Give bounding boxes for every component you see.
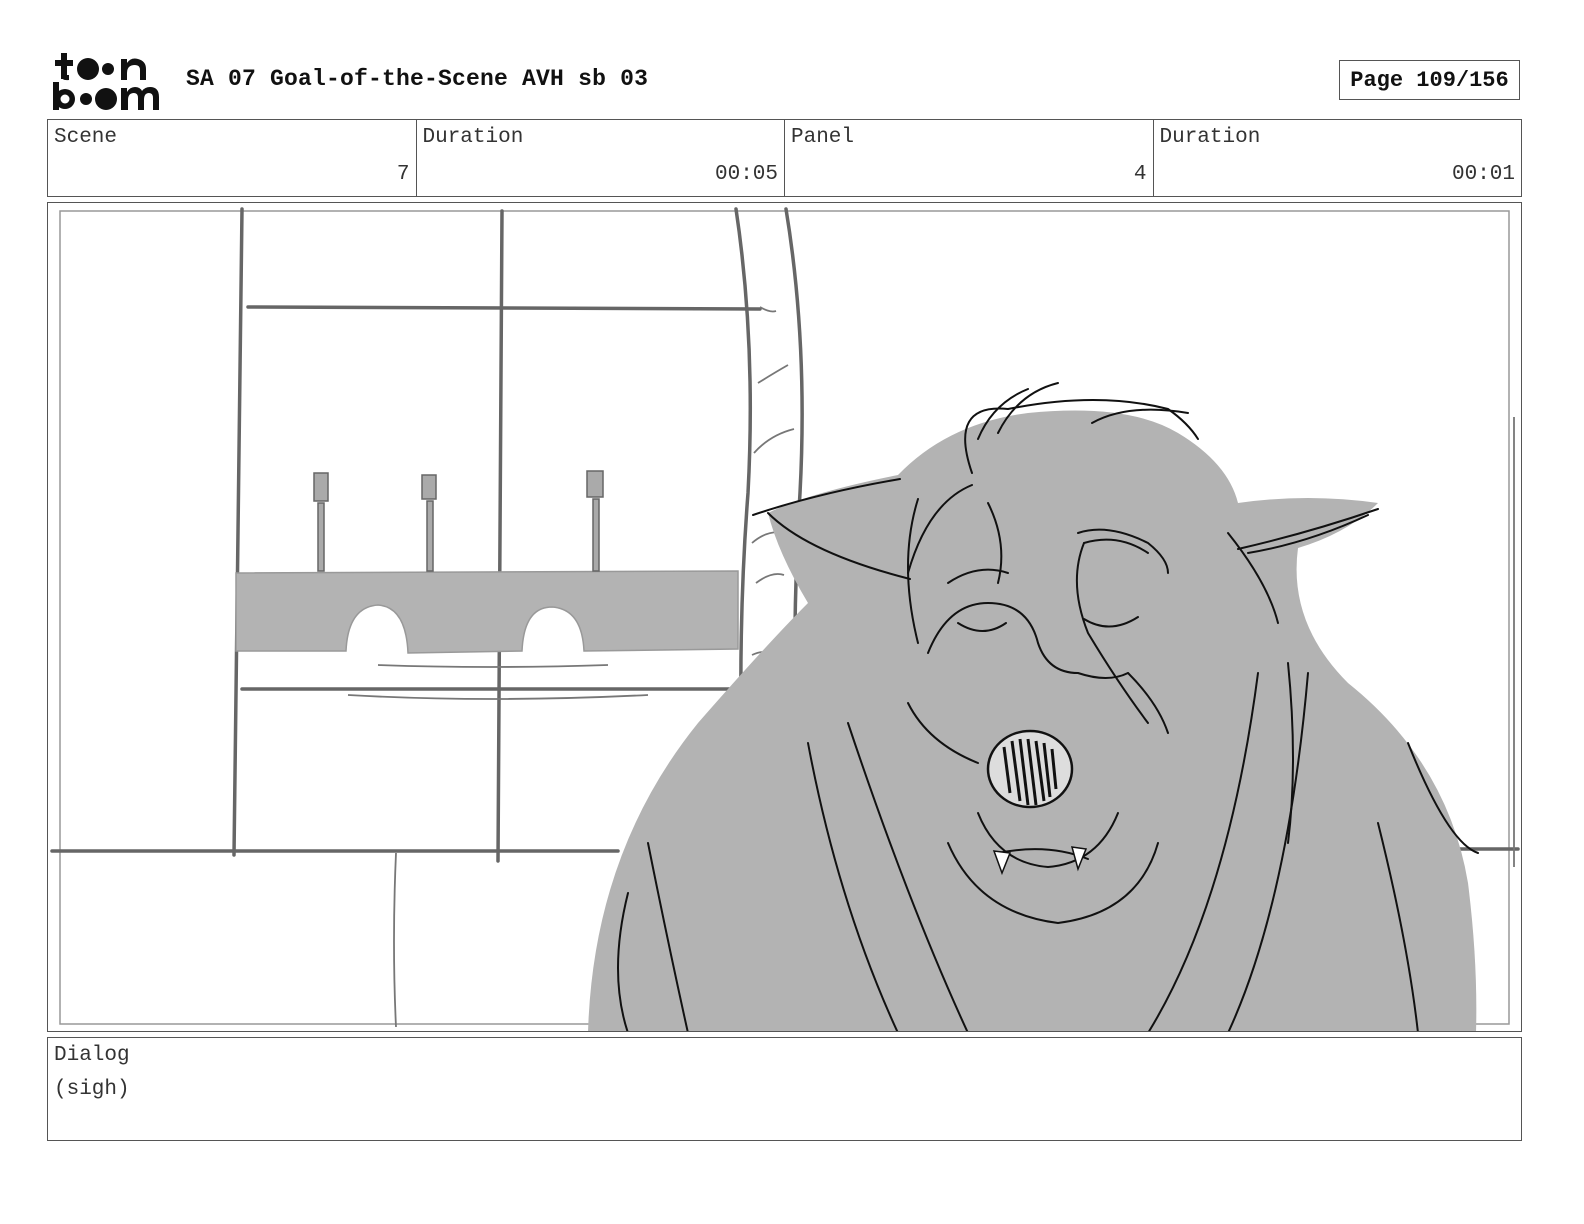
scene-info-row: Scene 7 Duration 00:05 Panel 4 Duration … — [47, 119, 1522, 197]
storyboard-panel — [47, 202, 1522, 1032]
dialog-box: Dialog (sigh) — [47, 1037, 1522, 1141]
panel-label: Panel — [791, 126, 855, 149]
panel-duration-value: 00:01 — [1451, 163, 1515, 186]
scene-duration-cell: Duration 00:05 — [417, 120, 785, 196]
panel-duration-label: Duration — [1159, 126, 1261, 149]
scene-label: Scene — [54, 126, 118, 149]
page-indicator: Page 109/156 — [1339, 60, 1520, 100]
panel-value: 4 — [1133, 163, 1147, 186]
scene-duration-label: Duration — [422, 126, 524, 149]
dialog-label: Dialog — [54, 1044, 130, 1067]
panel-duration-cell: Duration 00:01 — [1154, 120, 1522, 196]
dialog-text: (sigh) — [54, 1078, 130, 1101]
toon-boom-logo — [53, 53, 159, 110]
scene-value: 7 — [396, 163, 410, 186]
panel-cell: Panel 4 — [785, 120, 1154, 196]
storyboard-sketch — [50, 207, 1520, 1031]
scene-duration-value: 00:05 — [714, 163, 778, 186]
document-title: SA 07 Goal-of-the-Scene AVH sb 03 — [186, 66, 649, 92]
scene-cell: Scene 7 — [48, 120, 417, 196]
